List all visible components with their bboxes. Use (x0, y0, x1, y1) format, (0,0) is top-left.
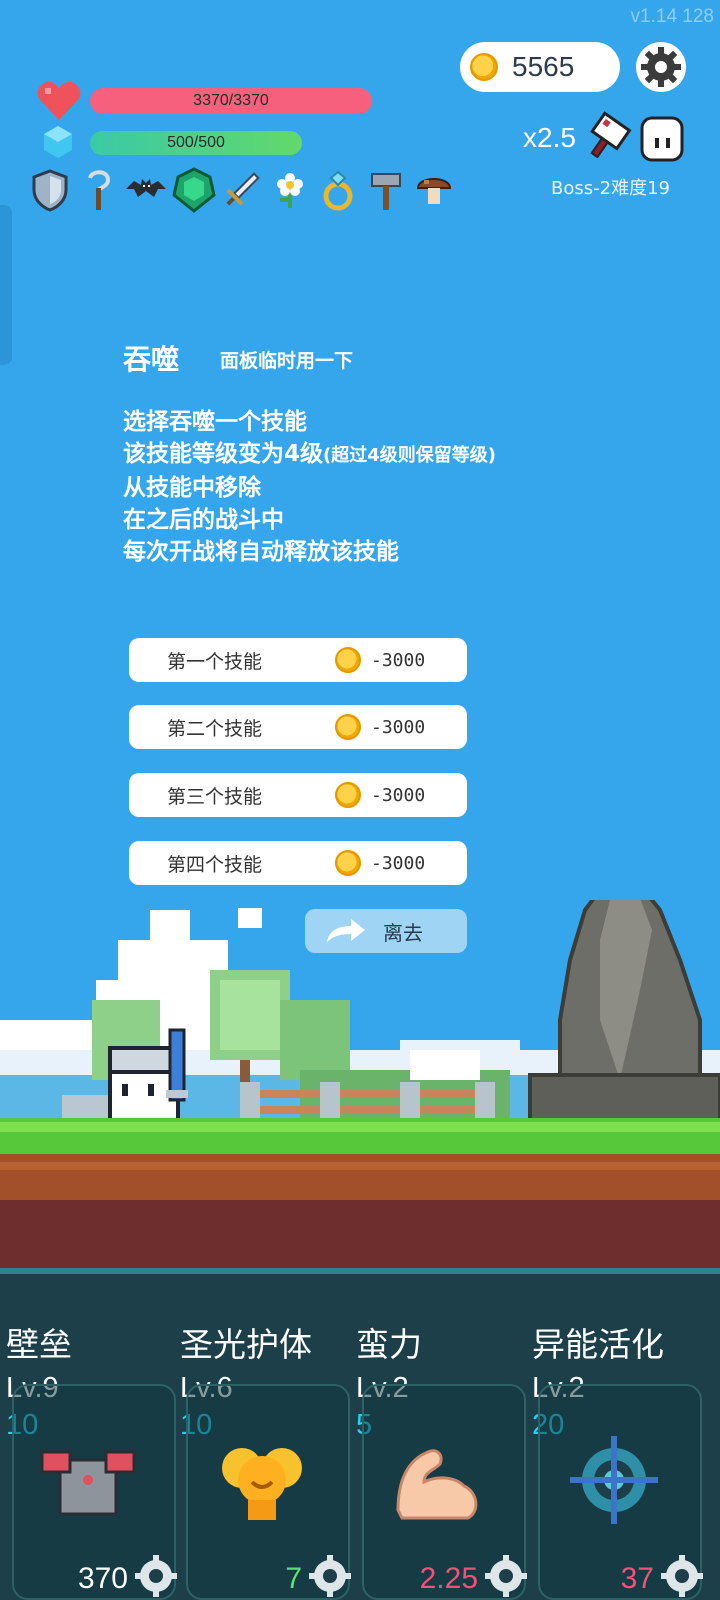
coin-icon (335, 850, 361, 876)
skill-name: 壁垒 (6, 1325, 72, 1364)
mana-bar: 500/500 (90, 131, 302, 155)
gear-icon (641, 47, 681, 87)
flower-icon[interactable] (268, 166, 312, 214)
upgrade-gear-icon[interactable] (660, 1554, 704, 1598)
skill-value: 2.25 (419, 1562, 478, 1595)
coin-icon (335, 782, 361, 808)
skill-slot-3[interactable]: 蛮力 Lv.2 5 2.25 (356, 1318, 532, 1600)
side-drawer-tab[interactable] (0, 205, 12, 365)
coin-icon (335, 714, 361, 740)
muscle-icon (396, 1449, 478, 1520)
bat-icon[interactable] (124, 166, 168, 214)
upgrade-gear-icon[interactable] (484, 1554, 528, 1598)
devour-option-1[interactable]: 第一个技能 -3000 (129, 638, 467, 682)
skill-slot-2[interactable]: 圣光护体 Lv.6 10 7 (180, 1318, 356, 1600)
statue (528, 900, 720, 1122)
skill-name: 圣光护体 (180, 1325, 312, 1364)
skill-value: 370 (77, 1562, 128, 1595)
coin-icon (470, 53, 498, 81)
panel-subtitle: 面板临时用一下 (220, 350, 354, 372)
scythe-icon[interactable] (76, 166, 120, 214)
devour-option-3[interactable]: 第三个技能 -3000 (129, 773, 467, 817)
version-label: v1.14 128 (630, 6, 714, 27)
coin-counter: 5565 (460, 42, 620, 92)
armor-icon (40, 1450, 136, 1516)
boss-difficulty: Boss-2难度19 (551, 178, 670, 199)
skill-value: 7 (285, 1562, 302, 1595)
sword-icon[interactable] (220, 166, 264, 214)
share-arrow-icon (327, 919, 365, 942)
emerald-icon[interactable] (172, 166, 216, 214)
ring-icon[interactable] (316, 166, 360, 214)
crystal-icon (44, 126, 72, 158)
skill-name: 蛮力 (356, 1325, 422, 1364)
hammer-icon[interactable] (364, 166, 408, 214)
upgrade-gear-icon[interactable] (134, 1554, 178, 1598)
panel-description: 选择吞噬一个技能 该技能等级变为4级(超过4级则保留等级) 从技能中移除 在之后… (123, 409, 496, 565)
skill-value: 37 (620, 1562, 654, 1595)
cleaver-icon (590, 111, 632, 159)
coin-icon (335, 647, 361, 673)
mushroom-icon[interactable] (412, 166, 456, 214)
devour-option-4[interactable]: 第四个技能 -3000 (129, 841, 467, 885)
skill-slot-4[interactable]: 异能活化 Lv.2 20 37 (532, 1318, 708, 1600)
heart-icon (37, 82, 81, 120)
shield-icon[interactable] (28, 166, 72, 214)
skill-name: 异能活化 (532, 1325, 664, 1364)
hp-bar: 3370/3370 (90, 88, 372, 114)
target-icon (570, 1436, 658, 1524)
damage-multiplier: x2.5 (523, 122, 576, 153)
settings-button[interactable] (636, 42, 686, 92)
devour-option-2[interactable]: 第二个技能 -3000 (129, 705, 467, 749)
upgrade-gear-icon[interactable] (308, 1554, 352, 1598)
ghost-icon (640, 116, 684, 162)
holy-light-icon (222, 1448, 302, 1520)
leave-button[interactable]: 离去 (305, 909, 467, 953)
coin-count: 5565 (512, 51, 575, 82)
battle-scene (0, 900, 720, 1270)
panel-title: 吞噬 (123, 343, 180, 376)
equipped-items (28, 166, 456, 214)
skill-slot-1[interactable]: 壁垒 Lv.9 10 370 (6, 1318, 182, 1600)
